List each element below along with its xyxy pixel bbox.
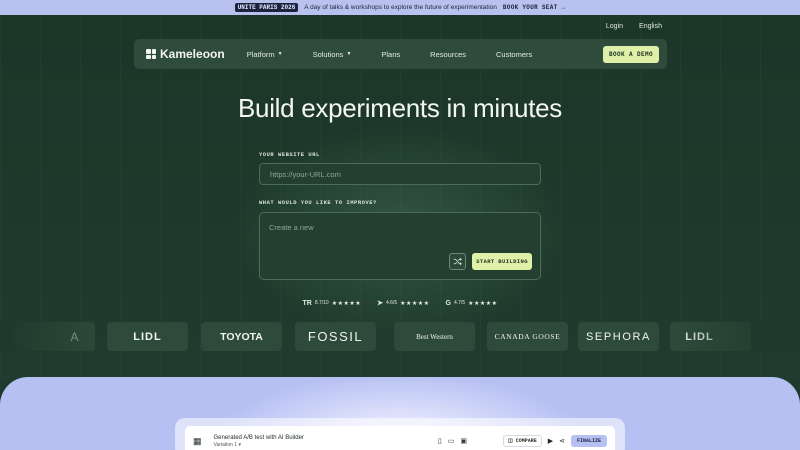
login-link[interactable]: Login (606, 23, 623, 30)
logo-best-western: Best Western (394, 322, 475, 351)
rating-item: TR 8.7/10 ★★★★★ (302, 299, 362, 307)
kameleoon-logo-icon (146, 49, 156, 59)
stars-icon: ★★★★★ (331, 300, 362, 307)
hero-title: Build experiments in minutes (238, 93, 562, 123)
device-toggle: ▯ ▭ ▣ (438, 437, 467, 445)
finalize-button[interactable]: FINALIZE (570, 435, 607, 447)
brand-name: Kameleoon (160, 47, 225, 61)
compare-icon: ◫ (507, 438, 513, 444)
rating-item: ➤ 4.6/5 ★★★★★ (377, 300, 430, 307)
logo-canada-goose: CANADA GOOSE (487, 322, 568, 351)
event-tag: UNITE PARIS 2026 (234, 3, 299, 12)
stars-icon: ★★★★★ (468, 300, 498, 307)
app-actions: ◫ COMPARE ▶ ⋖ FINALIZE (502, 435, 607, 447)
app-toolbar: ▦ Generated A/B test with AI Builder Var… (185, 426, 615, 450)
logo-partial: A (70, 329, 79, 344)
language-selector[interactable]: English (639, 23, 662, 30)
book-seat-link[interactable]: BOOK YOUR SEAT → (503, 4, 565, 11)
utility-links: Login English (606, 23, 662, 30)
shuffle-icon (453, 257, 462, 266)
desktop-icon[interactable]: ▣ (460, 437, 467, 445)
logo-toyota: TOYOTA (201, 322, 282, 351)
stars-icon: ★★★★★ (400, 300, 430, 307)
improve-label: WHAT WOULD YOU LIKE TO IMPROVE? (259, 199, 377, 206)
app-title-block: Generated A/B test with AI Builder Varia… (202, 435, 304, 448)
chevron-down-icon: ▼ (277, 51, 283, 57)
book-demo-button[interactable]: BOOK A DEMO (602, 45, 659, 63)
nav-item-solutions[interactable]: Solutions ▼ (313, 50, 352, 59)
main-nav: Kameleoon Platform ▼ Solutions ▼ Plans Res… (134, 39, 667, 69)
announcement-bar[interactable]: UNITE PARIS 2026 A day of talks & worksh… (0, 0, 800, 15)
logo-lidl: LIDL (107, 322, 188, 351)
shuffle-button[interactable] (449, 253, 466, 270)
nav-item-platform[interactable]: Platform ▼ (247, 50, 283, 59)
app-grid-icon: ▦ (193, 435, 202, 446)
variation-selector[interactable]: Variation 1 ▾ (214, 442, 304, 448)
nav-item-resources[interactable]: Resources (430, 50, 466, 59)
logo-fossil: FOSSIL (295, 322, 376, 351)
logo-lidl-2: LIDL (670, 322, 751, 351)
trustradius-icon: TR (302, 299, 312, 307)
start-building-button[interactable]: START BUILDING (472, 253, 532, 270)
capterra-icon: ➤ (377, 300, 383, 307)
improve-box: START BUILDING (259, 212, 541, 280)
share-icon[interactable]: ⋖ (559, 437, 565, 445)
website-url-input[interactable] (259, 163, 541, 185)
nav-item-customers[interactable]: Customers (496, 50, 532, 59)
logo-card: A (14, 322, 95, 351)
video-icon[interactable]: ▶ (548, 437, 553, 445)
announcement-text: A day of talks & workshops to explore th… (304, 4, 497, 11)
improve-input[interactable] (269, 223, 529, 249)
ratings-row: TR 8.7/10 ★★★★★ ➤ 4.6/5 ★★★★★ G 4.7/5 ★★… (0, 299, 800, 308)
logo-sephora: SEPHORA (578, 322, 659, 351)
chevron-down-icon: ▼ (346, 51, 352, 57)
tablet-icon[interactable]: ▭ (448, 437, 455, 445)
compare-button[interactable]: ◫ COMPARE (502, 435, 542, 447)
customer-logos: A LIDL TOYOTA FOSSIL Best Western CANADA… (0, 322, 800, 352)
rating-item: G 4.7/5 ★★★★★ (445, 299, 498, 307)
nav-items: Platform ▼ Solutions ▼ Plans Resources Cus… (247, 50, 603, 59)
g2-icon: G (445, 299, 451, 307)
chevron-down-icon: ▾ (238, 441, 241, 448)
brand-logo[interactable]: Kameleoon (146, 47, 225, 61)
nav-item-plans[interactable]: Plans (381, 50, 400, 59)
app-preview: ▦ Generated A/B test with AI Builder Var… (175, 418, 625, 450)
url-label: YOUR WEBSITE URL (259, 151, 320, 158)
arrow-right-icon: → (561, 4, 566, 11)
mobile-icon[interactable]: ▯ (438, 437, 442, 445)
app-title: Generated A/B test with AI Builder (213, 434, 304, 441)
